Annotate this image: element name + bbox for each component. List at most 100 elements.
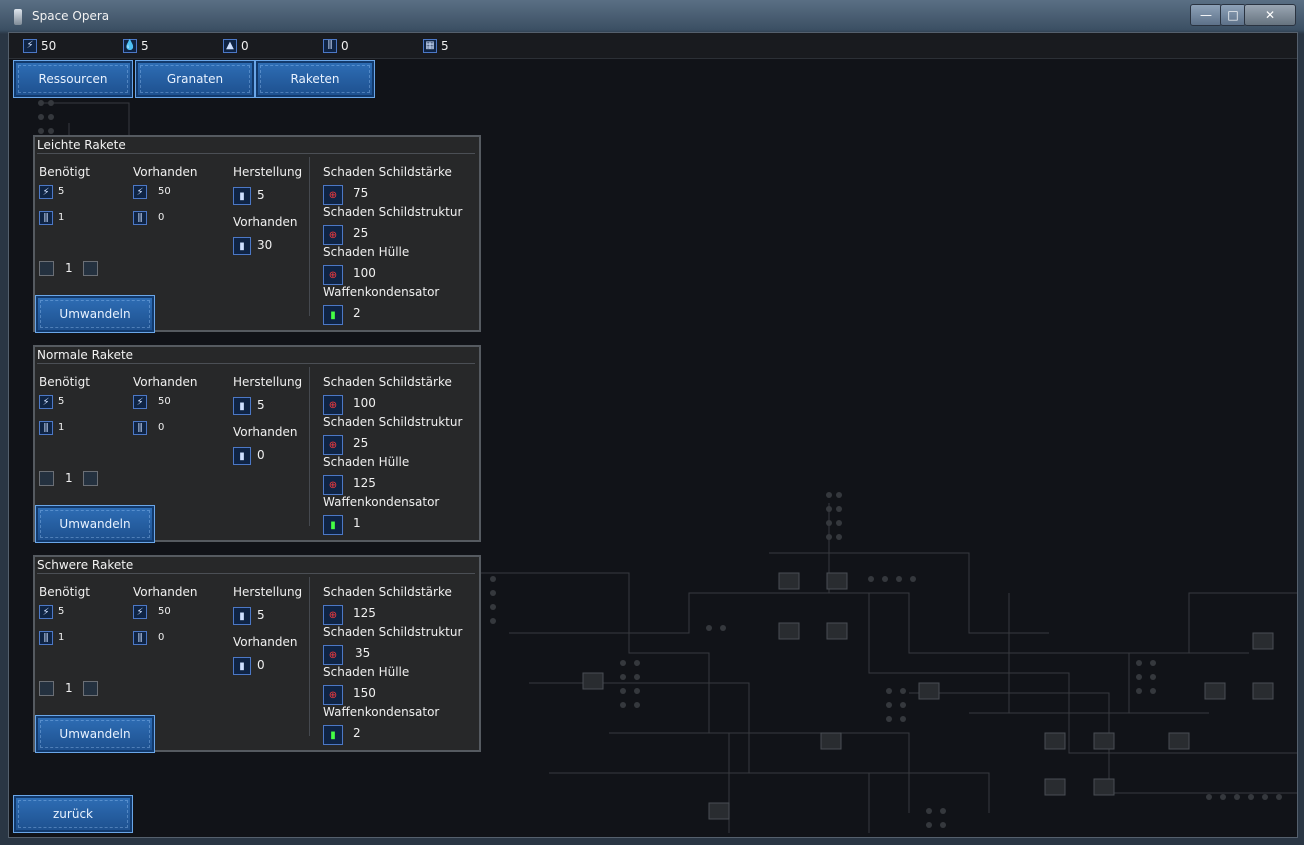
grid-icon: ▦ — [423, 39, 437, 53]
production-value: 5 — [257, 188, 265, 202]
tab-granaten[interactable]: Granaten — [135, 60, 255, 98]
panel-divider — [37, 363, 475, 364]
panel-divider — [37, 573, 475, 574]
panel-title: Schwere Rakete — [37, 558, 134, 572]
available-energy-value: 50 — [158, 186, 171, 197]
available-label: Vorhanden — [133, 585, 198, 599]
back-button[interactable]: zurück — [13, 795, 133, 833]
shield-structure-value: 25 — [353, 226, 369, 240]
capacitor-value: 2 — [353, 726, 361, 740]
decrease-icon[interactable] — [39, 471, 54, 486]
shield-strength-value: 100 — [353, 396, 376, 410]
energy-icon: ⚡ — [133, 605, 147, 619]
shield-structure-label: Schaden Schildstruktur — [323, 625, 463, 639]
panel-title: Leichte Rakete — [37, 138, 126, 152]
resource-value: 5 — [141, 39, 149, 53]
amount-value: 1 — [65, 471, 73, 485]
convert-button[interactable]: Umwandeln — [35, 505, 155, 543]
rocket-panel-normal: Normale Rakete Benötigt Vorhanden Herste… — [33, 345, 481, 543]
rocket-icon: ▮ — [233, 657, 251, 675]
game-area: ⚡ 50 💧 5 ▲ 0 ⫼ 0 ▦ 5 Ressourcen Granaten — [8, 32, 1298, 838]
shield-structure-value: 25 — [353, 436, 369, 450]
increase-icon[interactable] — [83, 261, 98, 276]
close-button[interactable]: ✕ — [1244, 4, 1296, 26]
panel-separator — [309, 157, 310, 316]
shield-structure-value: 35 — [355, 646, 371, 660]
decrease-icon[interactable] — [39, 261, 54, 276]
convert-button[interactable]: Umwandeln — [35, 295, 155, 333]
resource-energy: ⚡ 50 — [23, 38, 56, 54]
convert-button[interactable]: Umwandeln — [35, 715, 155, 753]
increase-icon[interactable] — [83, 681, 98, 696]
available-label: Vorhanden — [133, 165, 198, 179]
resource-value: 50 — [41, 39, 57, 53]
window-title: Space Opera — [32, 9, 110, 23]
capacitor-label: Waffenkondensator — [323, 495, 440, 509]
needed-ammo-value: 1 — [58, 632, 65, 643]
ammo-icon: ⫼ — [39, 631, 53, 645]
hull-label: Schaden Hülle — [323, 665, 410, 679]
ammo-icon: ⫼ — [133, 631, 147, 645]
target-icon: ⊕ — [323, 265, 343, 285]
target-icon: ⊕ — [323, 685, 343, 705]
energy-icon: ⚡ — [39, 605, 53, 619]
in-stock-value: 0 — [257, 448, 265, 462]
rocket-icon: ▮ — [233, 447, 251, 465]
available-energy-value: 50 — [158, 396, 171, 407]
available-label: Vorhanden — [133, 375, 198, 389]
resource-bar: ⚡ 50 💧 5 ▲ 0 ⫼ 0 ▦ 5 — [9, 33, 1297, 59]
rocket-icon: ▮ — [233, 397, 251, 415]
battery-icon: ▮ — [323, 515, 343, 535]
energy-icon: ⚡ — [39, 185, 53, 199]
amount-value: 1 — [65, 261, 73, 275]
tab-raketen[interactable]: Raketen — [255, 60, 375, 98]
increase-icon[interactable] — [83, 471, 98, 486]
available-energy-value: 50 — [158, 606, 171, 617]
target-icon: ⊕ — [323, 185, 343, 205]
production-value: 5 — [257, 398, 265, 412]
shield-strength-value: 75 — [353, 186, 369, 200]
needed-ammo-value: 1 — [58, 212, 65, 223]
capacitor-value: 1 — [353, 516, 361, 530]
water-icon: 💧 — [123, 39, 137, 53]
target-icon: ⊕ — [323, 395, 343, 415]
in-stock-value: 30 — [257, 238, 273, 252]
target-icon: ⊕ — [323, 475, 343, 495]
available-ammo-value: 0 — [158, 212, 165, 223]
ammo-icon: ⫼ — [39, 421, 53, 435]
energy-icon: ⚡ — [133, 395, 147, 409]
production-value: 5 — [257, 608, 265, 622]
energy-icon: ⚡ — [39, 395, 53, 409]
needed-label: Benötigt — [39, 375, 90, 389]
rocket-icon: ▮ — [233, 607, 251, 625]
ore-icon: ▲ — [223, 39, 237, 53]
amount-value: 1 — [65, 681, 73, 695]
shield-structure-label: Schaden Schildstruktur — [323, 415, 463, 429]
rocket-icon: ▮ — [233, 237, 251, 255]
production-label: Herstellung — [233, 585, 303, 599]
rocket-panel-heavy: Schwere Rakete Benötigt Vorhanden Herste… — [33, 555, 481, 753]
panel-separator — [309, 577, 310, 736]
rocket-icon: ▮ — [233, 187, 251, 205]
capacitor-value: 2 — [353, 306, 361, 320]
production-label: Herstellung — [233, 375, 303, 389]
battery-icon: ▮ — [323, 305, 343, 325]
maximize-button[interactable]: □ — [1220, 4, 1246, 26]
tab-ressourcen[interactable]: Ressourcen — [13, 60, 133, 98]
ammo-icon: ⫼ — [133, 421, 147, 435]
minimize-button[interactable]: — — [1190, 4, 1222, 26]
ammo-icon: ⫼ — [133, 211, 147, 225]
in-stock-label: Vorhanden — [233, 635, 298, 649]
resource-grid: ▦ 5 — [423, 38, 449, 54]
available-ammo-value: 0 — [158, 422, 165, 433]
ammo-icon: ⫼ — [323, 39, 337, 53]
hull-value: 150 — [353, 686, 376, 700]
shield-structure-label: Schaden Schildstruktur — [323, 205, 463, 219]
shield-strength-label: Schaden Schildstärke — [323, 165, 452, 179]
decrease-icon[interactable] — [39, 681, 54, 696]
energy-icon: ⚡ — [133, 185, 147, 199]
shield-strength-label: Schaden Schildstärke — [323, 375, 452, 389]
needed-energy-value: 5 — [58, 186, 65, 197]
needed-energy-value: 5 — [58, 396, 65, 407]
available-ammo-value: 0 — [158, 632, 165, 643]
